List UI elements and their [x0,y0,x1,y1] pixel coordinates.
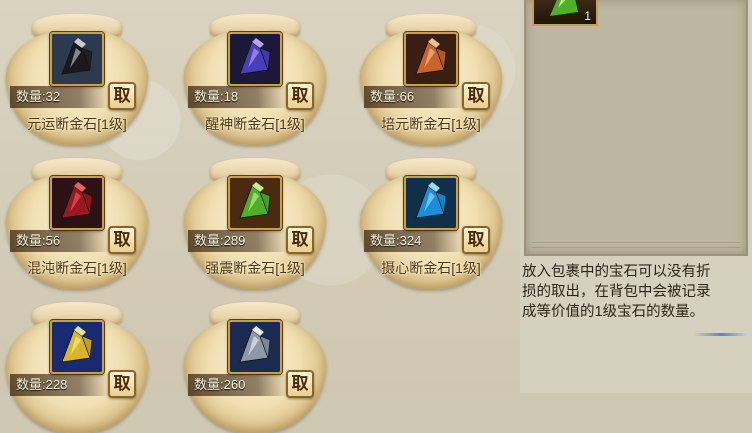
take-button[interactable]: 取 [286,82,314,110]
blue-highlight-streak [694,333,748,336]
gem-icon [230,322,280,372]
gem-count: 数量:18 [188,86,288,108]
hint-text: 放入包裹中的宝石可以没有折 损的取出，在背包中会被记录 成等价值的1级宝石的数量… [522,262,750,322]
gem-name: 元运断金石[1级] [27,116,127,132]
gem-slot[interactable] [50,176,104,230]
gem-bag[interactable]: 数量:324 取 摄心断金石[1级] [356,154,506,289]
gem-slot[interactable] [50,320,104,374]
gem-count: 数量:324 [364,230,464,252]
gem-icon [406,178,456,228]
gem-icon [52,178,102,228]
gem-icon [406,34,456,84]
take-button[interactable]: 取 [286,370,314,398]
gem-count: 数量:32 [10,86,110,108]
gem-count: 数量:289 [188,230,288,252]
gem-bag[interactable]: 数量:228 取 [2,298,152,433]
take-button[interactable]: 取 [286,226,314,254]
hint-line-1: 放入包裹中的宝石可以没有折 [522,264,711,280]
side-gem-count: 1 [584,9,591,23]
gem-count: 数量:56 [10,230,110,252]
gem-bag[interactable]: 数量:260 取 [180,298,330,433]
gem-slot[interactable] [228,320,282,374]
hint-line-2: 损的取出，在背包中会被记录 [522,284,711,300]
gem-name: 强震断金石[1级] [205,260,305,276]
side-gem-icon [550,0,578,16]
gem-icon [52,34,102,84]
hint-line-3: 成等价值的1级宝石的数量。 [522,304,705,320]
gem-bag[interactable]: 数量:289 取 强震断金石[1级] [180,154,330,289]
take-button[interactable]: 取 [108,82,136,110]
gem-icon [52,322,102,372]
gem-slot[interactable] [50,32,104,86]
gem-name: 培元断金石[1级] [381,116,481,132]
gem-count: 数量:66 [364,86,464,108]
take-button[interactable]: 取 [108,226,136,254]
gem-slot[interactable] [228,32,282,86]
gem-bag[interactable]: 数量:56 取 混沌断金石[1级] [2,154,152,289]
gem-name: 混沌断金石[1级] [27,260,127,276]
gem-icon [230,34,280,84]
gem-slot[interactable] [404,176,458,230]
gem-slot[interactable] [404,32,458,86]
gem-bag[interactable]: 数量:18 取 醒神断金石[1级] [180,10,330,145]
gem-name: 醒神断金石[1级] [205,116,305,132]
gem-bag[interactable]: 数量:66 取 培元断金石[1级] [356,10,506,145]
gem-slot[interactable] [228,176,282,230]
gem-name: 摄心断金石[1级] [381,260,481,276]
side-gem-slot[interactable]: 1 [532,0,598,26]
gem-bag[interactable]: 数量:32 取 元运断金石[1级] [2,10,152,145]
take-button[interactable]: 取 [462,82,490,110]
side-slot-area: 1 [524,0,748,256]
take-button[interactable]: 取 [462,226,490,254]
gem-icon [230,178,280,228]
take-button[interactable]: 取 [108,370,136,398]
